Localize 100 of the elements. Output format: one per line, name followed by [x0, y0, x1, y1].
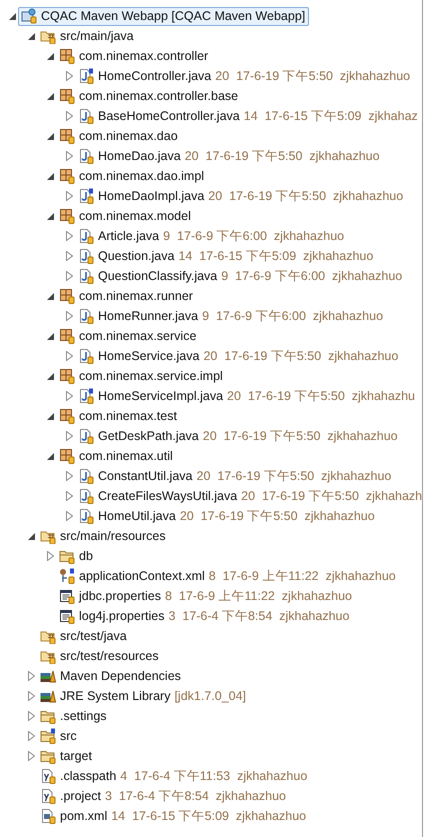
tree-item[interactable]: log4j.properties 3 17-6-4 下午8:54 zjkhahazhuo — [56, 606, 354, 626]
collapsed-arrow-icon[interactable] — [66, 191, 72, 201]
tree-item[interactable]: com.ninemax.dao.impl — [56, 166, 208, 186]
collapsed-arrow-icon[interactable] — [28, 671, 34, 681]
item-label: src/test/java — [60, 629, 127, 643]
tree-item[interactable]: com.ninemax.controller.base — [56, 86, 242, 106]
item-details: 3 17-6-4 下午8:54 zjkhahazhuo — [168, 608, 350, 624]
item-details: 20 17-6-19 下午5:50 zjkhahazhuo — [180, 508, 375, 524]
tree-item[interactable]: com.ninemax.test — [56, 406, 181, 426]
tree-item[interactable]: com.ninemax.model — [56, 206, 195, 226]
item-details: 9 17-6-9 下午6:00 zjkhahazhuo — [221, 268, 402, 284]
tree-item[interactable]: target — [37, 746, 96, 766]
collapsed-arrow-icon[interactable] — [46, 551, 54, 561]
item-details: 4 17-6-4 下午11:53 zjkhahazhuo — [120, 768, 308, 784]
tree-item[interactable]: .project 3 17-6-4 下午8:54 zjkhahazhuo — [37, 786, 290, 806]
item-label: com.ninemax.runner — [79, 289, 193, 303]
collapsed-arrow-icon[interactable] — [66, 511, 72, 521]
tree-item[interactable]: com.ninemax.controller — [56, 46, 212, 66]
tree-item[interactable]: com.ninemax.service — [56, 326, 200, 346]
collapsed-arrow-icon[interactable] — [28, 731, 34, 741]
expanded-arrow-icon[interactable] — [46, 332, 54, 340]
collapsed-arrow-icon[interactable] — [66, 151, 72, 161]
tree-item[interactable]: com.ninemax.runner — [56, 286, 197, 306]
tree-item[interactable]: .settings — [37, 706, 111, 726]
file-icon — [40, 768, 56, 784]
tree-item[interactable]: com.ninemax.dao — [56, 126, 182, 146]
item-label: Maven Dependencies — [60, 669, 181, 683]
tree-item[interactable]: pom.xml 14 17-6-15 下午5:09 zjkhahazhuo — [37, 806, 310, 826]
tree-item[interactable]: BaseHomeController.java 14 17-6-15 下午5:09 zjkhahaz — [75, 106, 422, 126]
package-icon — [59, 368, 75, 384]
tree-item[interactable]: jdbc.properties 8 17-6-9 上午11:22 zjkhahazhuo — [56, 586, 356, 606]
expanded-arrow-icon[interactable] — [46, 52, 54, 60]
collapsed-arrow-icon[interactable] — [66, 251, 72, 261]
item-details: 8 17-6-9 上午11:22 zjkhahazhuo — [165, 588, 352, 604]
tree-item[interactable]: HomeService.java 20 17-6-19 下午5:50 zjkhahazhuo — [75, 346, 402, 366]
java-file-icon — [78, 68, 94, 84]
tree-item[interactable]: src/test/resources — [37, 646, 163, 666]
tree-item[interactable]: .classpath 4 17-6-4 下午11:53 zjkhahazhuo — [37, 766, 312, 786]
tree-item[interactable]: GetDeskPath.java 20 17-6-19 下午5:50 zjkhahazhuo — [75, 426, 402, 446]
item-label: com.ninemax.service.impl — [79, 369, 223, 383]
collapsed-arrow-icon[interactable] — [66, 391, 72, 401]
item-label: CQAC Maven Webapp [CQAC Maven Webapp] — [41, 9, 306, 23]
tree-item[interactable]: HomeDaoImpl.java 20 17-6-19 下午5:50 zjkhahazhuo — [75, 186, 408, 206]
collapsed-arrow-icon[interactable] — [28, 691, 34, 701]
tree-item[interactable]: QuestionClassify.java 9 17-6-9 下午6:00 zjkhahazhuo — [75, 266, 406, 286]
collapsed-arrow-icon[interactable] — [28, 751, 34, 761]
collapsed-arrow-icon[interactable] — [66, 231, 72, 241]
tree-item[interactable]: ConstantUtil.java 20 17-6-19 下午5:50 zjkhahazhuo — [75, 466, 396, 486]
tree-item[interactable]: src/test/java — [37, 626, 131, 646]
tree-item[interactable]: Article.java 9 17-6-9 下午6:00 zjkhahazhuo — [75, 226, 348, 246]
expanded-arrow-icon[interactable] — [46, 412, 54, 420]
tree-item[interactable]: CreateFilesWaysUtil.java 20 17-6-19 下午5:50 zjkhahazh — [75, 486, 422, 506]
collapsed-arrow-icon[interactable] — [66, 71, 72, 81]
file-icon — [40, 788, 56, 804]
collapsed-arrow-icon[interactable] — [66, 431, 72, 441]
package-icon — [59, 88, 75, 104]
collapsed-arrow-icon[interactable] — [66, 271, 72, 281]
tree-item[interactable]: HomeRunner.java 9 17-6-9 下午6:00 zjkhahazhuo — [75, 306, 388, 326]
tree-item[interactable]: JRE System Library [jdk1.7.0_04] — [37, 686, 250, 706]
item-label: .settings — [60, 709, 107, 723]
expanded-arrow-icon[interactable] — [28, 32, 34, 40]
collapsed-arrow-icon[interactable] — [66, 351, 72, 361]
item-label: jdbc.properties — [79, 589, 161, 603]
tree-item[interactable]: src — [37, 726, 81, 746]
item-details: 9 17-6-9 下午6:00 zjkhahazhuo — [163, 228, 344, 244]
collapsed-arrow-icon[interactable] — [28, 711, 34, 721]
expanded-arrow-icon[interactable] — [28, 532, 34, 540]
tree-item[interactable]: com.ninemax.util — [56, 446, 177, 466]
tree-item[interactable]: db — [56, 546, 97, 566]
tree-item[interactable]: CQAC Maven Webapp [CQAC Maven Webapp] — [18, 6, 310, 26]
expanded-arrow-icon[interactable] — [46, 292, 54, 300]
expanded-arrow-icon[interactable] — [46, 452, 54, 460]
item-details: 14 17-6-15 下午5:09 zjkhahazhuo — [178, 248, 374, 264]
tree-item[interactable]: HomeController.java 20 17-6-19 下午5:50 zjkhahazhuo — [75, 66, 414, 86]
collapsed-arrow-icon[interactable] — [66, 471, 72, 481]
collapsed-arrow-icon[interactable] — [66, 491, 72, 501]
item-label: com.ninemax.service — [79, 329, 196, 343]
tree-item[interactable]: com.ninemax.service.impl — [56, 366, 227, 386]
collapsed-arrow-icon[interactable] — [66, 311, 72, 321]
expanded-arrow-icon[interactable] — [8, 12, 16, 20]
tree-item[interactable]: src/main/java — [37, 26, 138, 46]
tree-item[interactable]: Maven Dependencies — [37, 666, 185, 686]
properties-file-icon — [59, 588, 75, 604]
item-label: HomeServiceImpl.java — [98, 389, 224, 403]
expanded-arrow-icon[interactable] — [46, 132, 54, 140]
expanded-arrow-icon[interactable] — [46, 172, 54, 180]
collapsed-arrow-icon[interactable] — [66, 111, 72, 121]
expanded-arrow-icon[interactable] — [46, 372, 54, 380]
item-details: 20 17-6-19 下午5:50 zjkhahazhuo — [196, 468, 392, 484]
tree-item[interactable]: HomeDao.java 20 17-6-19 下午5:50 zjkhahazhuo — [75, 146, 384, 166]
item-label: src/main/java — [60, 29, 134, 43]
expanded-arrow-icon[interactable] — [46, 212, 54, 220]
package-icon — [59, 128, 75, 144]
tree-item[interactable]: HomeServiceImpl.java 20 17-6-19 下午5:50 zjkhahazhu — [75, 386, 419, 406]
item-label: CreateFilesWaysUtil.java — [98, 489, 238, 503]
tree-item[interactable]: Question.java 14 17-6-15 下午5:09 zjkhahazhuo — [75, 246, 378, 266]
expanded-arrow-icon[interactable] — [46, 92, 54, 100]
tree-item[interactable]: applicationContext.xml 8 17-6-9 上午11:22 zjkhahazhuo — [56, 566, 400, 586]
tree-item[interactable]: src/main/resources — [37, 526, 170, 546]
tree-item[interactable]: HomeUtil.java 20 17-6-19 下午5:50 zjkhahazhuo — [75, 506, 379, 526]
